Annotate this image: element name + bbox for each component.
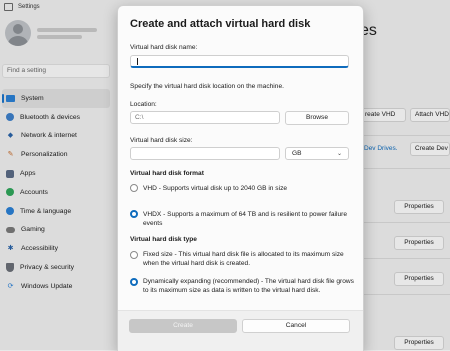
vhd-name-label: Virtual hard disk name: [130, 44, 198, 51]
format-heading: Virtual hard disk format [130, 170, 204, 177]
type-heading: Virtual hard disk type [130, 236, 197, 243]
size-input[interactable] [130, 147, 280, 160]
browse-button[interactable]: Browse [285, 111, 349, 125]
size-unit-value: GB [292, 150, 302, 157]
format-vhd-label[interactable]: VHD - Supports virtual disk up to 2040 G… [143, 184, 358, 193]
type-fixed-label[interactable]: Fixed size - This virtual hard disk file… [143, 250, 358, 268]
location-hint-text: Specify the virtual hard disk location o… [130, 83, 284, 90]
vhd-name-input[interactable] [130, 55, 349, 68]
format-vhdx-radio[interactable] [130, 210, 138, 218]
size-label: Virtual hard disk size: [130, 137, 193, 144]
location-label: Location: [130, 101, 157, 108]
dialog-title: Create and attach virtual hard disk [130, 18, 311, 30]
dialog-footer: Create Cancel [118, 310, 363, 351]
create-vhd-dialog: Create and attach virtual hard disk Virt… [117, 5, 364, 351]
location-input[interactable]: C:\ [130, 111, 280, 124]
chevron-down-icon: ⌄ [336, 151, 342, 157]
type-fixed-radio[interactable] [130, 251, 138, 259]
size-unit-select[interactable]: GB ⌄ [285, 147, 349, 160]
create-button[interactable]: Create [129, 319, 237, 333]
text-caret [137, 58, 138, 65]
format-vhdx-label[interactable]: VHDX - Supports a maximum of 64 TB and i… [143, 210, 358, 228]
cancel-button[interactable]: Cancel [242, 319, 350, 333]
type-dynamic-label[interactable]: Dynamically expanding (recommended) - Th… [143, 277, 358, 295]
type-dynamic-radio[interactable] [130, 278, 138, 286]
format-vhd-radio[interactable] [130, 184, 138, 192]
